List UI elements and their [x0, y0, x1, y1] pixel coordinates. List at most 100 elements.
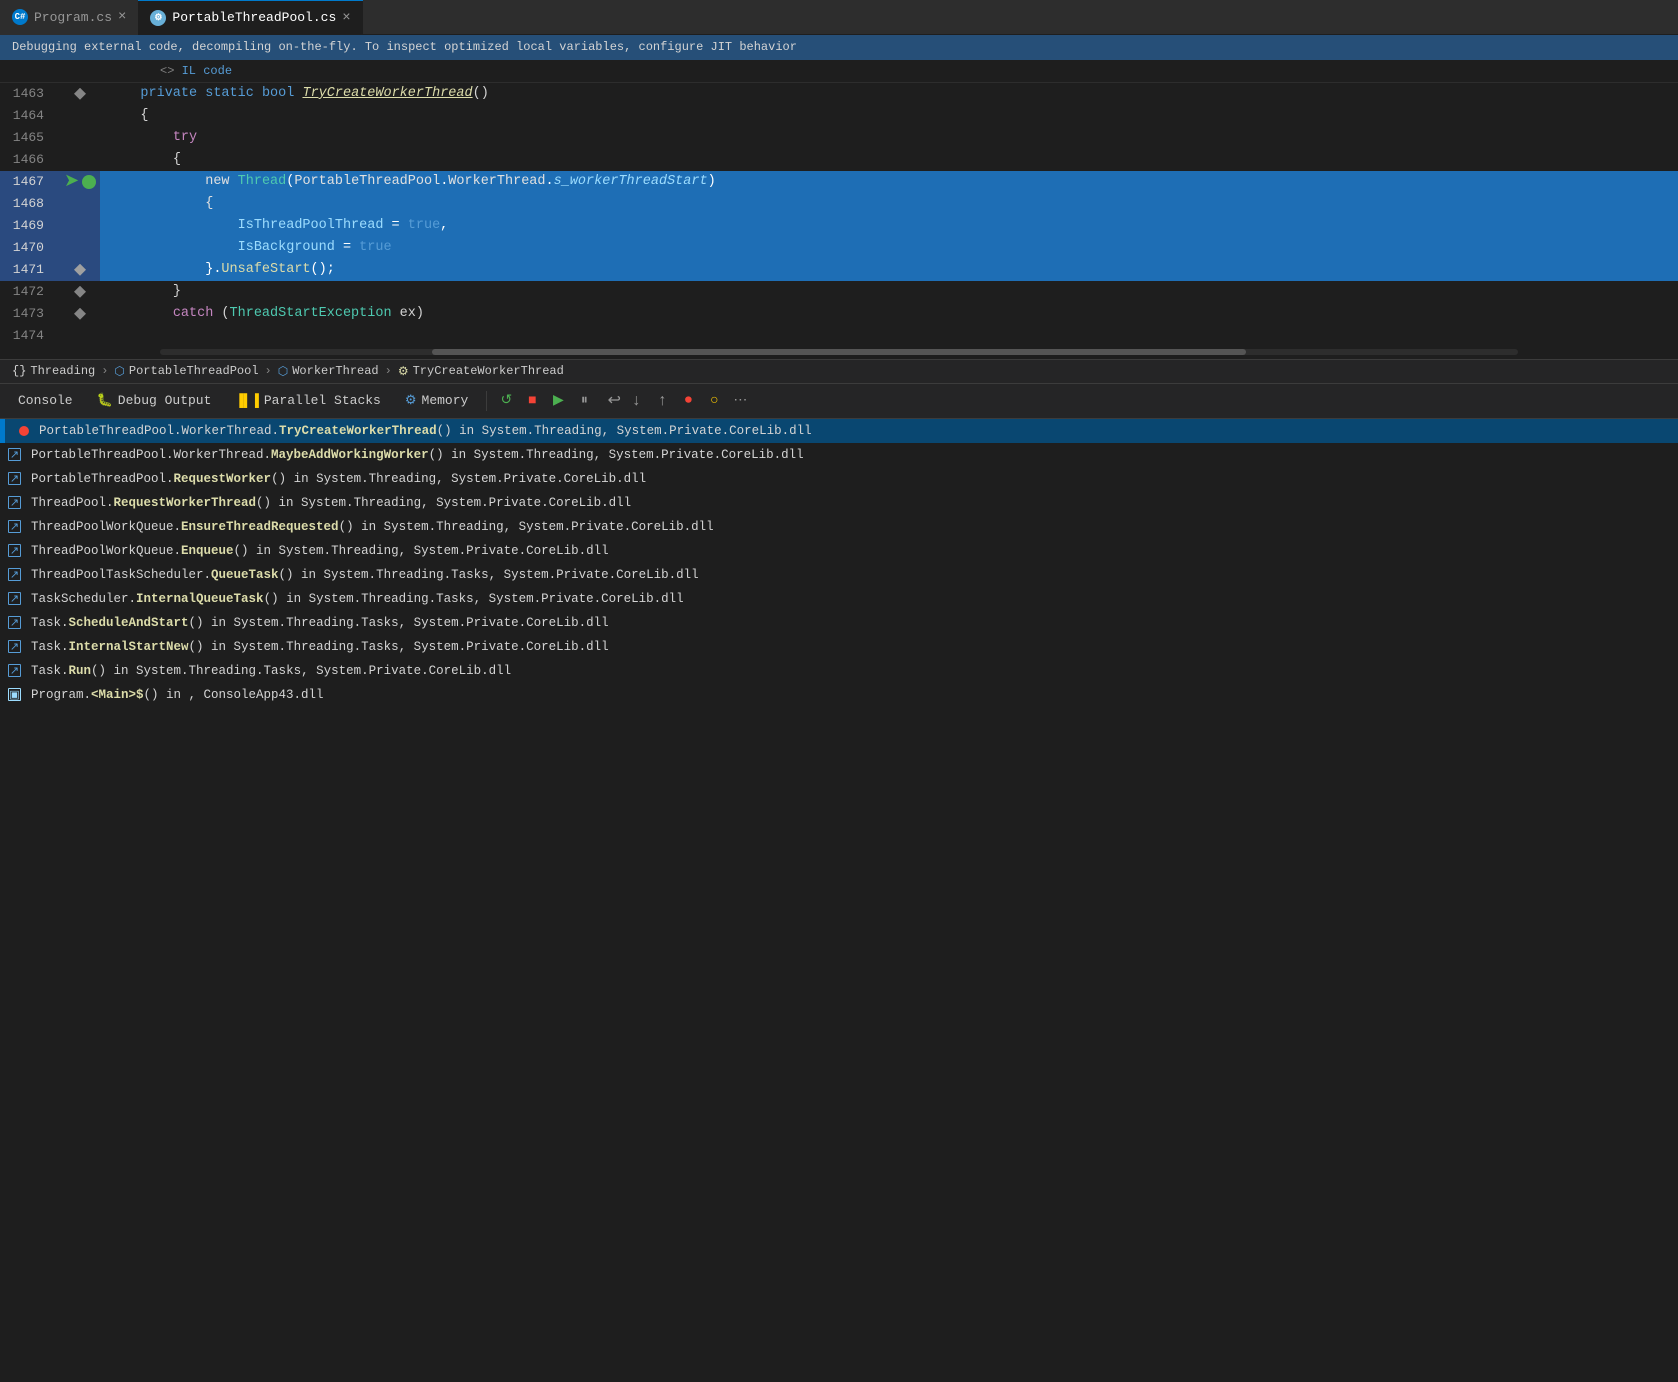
portablethreadpool-cube-icon: ⬡: [114, 364, 124, 379]
code-line-1466: 1466 {: [0, 149, 1678, 171]
code-content-1469: IsThreadPoolThread = true,: [100, 215, 1678, 237]
record-btn[interactable]: ⏺: [677, 390, 699, 412]
code-content-1464: {: [100, 105, 1678, 127]
call-stack-frame-4[interactable]: ↗ ThreadPool.RequestWorkerThread() in Sy…: [0, 491, 1678, 515]
breadcrumb-workerthread[interactable]: ⬡ WorkerThread: [278, 364, 379, 379]
breadcrumb-portablethreadpool-label: PortableThreadPool: [129, 364, 259, 378]
horizontal-scrollbar[interactable]: [0, 349, 1678, 357]
code-line-1471: 1471 }.UnsafeStart();: [0, 259, 1678, 281]
breadcrumb-threading-label: Threading: [30, 364, 95, 378]
frame6-text: ThreadPoolWorkQueue.Enqueue() in System.…: [27, 544, 609, 558]
tab-program[interactable]: C# Program.cs ×: [0, 0, 138, 35]
line-num-1465: 1465: [0, 130, 60, 145]
line-num-1474: 1474: [0, 328, 60, 343]
line-num-1471: 1471: [0, 262, 60, 277]
tab-memory[interactable]: ⚙ Memory: [395, 389, 478, 412]
external-icon-6: ↗: [8, 544, 21, 557]
frame3-text: PortableThreadPool.RequestWorker() in Sy…: [27, 472, 646, 486]
circle-btn[interactable]: ○: [703, 390, 725, 412]
code-line-1470: 1470 IsBackground = true: [0, 237, 1678, 259]
frame5-text: ThreadPoolWorkQueue.EnsureThreadRequeste…: [27, 520, 714, 534]
tab-portablethreadpool[interactable]: ⚙ PortableThreadPool.cs ×: [138, 0, 362, 35]
step-into-btn[interactable]: ↓: [625, 390, 647, 412]
external-icon-10: ↗: [8, 640, 21, 653]
tab-debug-output[interactable]: 🐛 Debug Output: [87, 389, 222, 412]
code-line-1468: 1468 {: [0, 193, 1678, 215]
active-frame-indicator: [0, 419, 5, 443]
stop-btn[interactable]: ■: [521, 390, 543, 412]
gutter-1473: [60, 308, 100, 320]
memory-label: Memory: [422, 393, 469, 408]
call-stack-frame-8[interactable]: ↗ TaskScheduler.InternalQueueTask() in S…: [0, 587, 1678, 611]
breadcrumb-threading[interactable]: {} Threading: [12, 364, 95, 378]
tab-bar: C# Program.cs × ⚙ PortableThreadPool.cs …: [0, 0, 1678, 35]
debug-output-label: Debug Output: [118, 393, 212, 408]
tab-console[interactable]: Console: [8, 389, 83, 412]
call-stack-frame-5[interactable]: ↗ ThreadPoolWorkQueue.EnsureThreadReques…: [0, 515, 1678, 539]
trycreate-method-icon: ⚙: [398, 364, 409, 379]
breakpoint-dot-1467: [82, 175, 96, 189]
line-num-1473: 1473: [0, 306, 60, 321]
code-line-1464: 1464 {: [0, 105, 1678, 127]
external-icon-3: ↗: [8, 472, 21, 485]
console-label: Console: [18, 393, 73, 408]
scrollbar-track: [160, 349, 1518, 355]
gutter-1463: [60, 88, 100, 100]
code-content-1472: }: [100, 281, 1678, 303]
breakpoint-1463: [74, 88, 86, 100]
tab-program-close[interactable]: ×: [118, 10, 126, 24]
line-num-1472: 1472: [0, 284, 60, 299]
call-stack-frame-1[interactable]: PortableThreadPool.WorkerThread.TryCreat…: [0, 419, 1678, 443]
tab-program-label: Program.cs: [34, 10, 112, 25]
breadcrumb-trycreate-label: TryCreateWorkerThread: [413, 364, 564, 378]
toolbar-sep-1: [486, 391, 487, 411]
gutter-1467: ➤: [60, 173, 100, 191]
parallel-stacks-icon: ▐▌▐: [235, 393, 258, 408]
more-btn[interactable]: ⋯: [729, 390, 751, 412]
code-content-1474: [100, 325, 1678, 347]
program-cs-icon: C#: [12, 9, 28, 25]
tab-portablethreadpool-label: PortableThreadPool.cs: [172, 10, 336, 25]
tab-portablethreadpool-close[interactable]: ×: [342, 11, 350, 25]
frame2-text: PortableThreadPool.WorkerThread.MaybeAdd…: [27, 448, 804, 462]
call-stack-frame-6[interactable]: ↗ ThreadPoolWorkQueue.Enqueue() in Syste…: [0, 539, 1678, 563]
call-stack-frame-3[interactable]: ↗ PortableThreadPool.RequestWorker() in …: [0, 467, 1678, 491]
tab-parallel-stacks[interactable]: ▐▌▐ Parallel Stacks: [225, 389, 390, 412]
call-stack-frame-12[interactable]: ▣ Program.<Main>$() in , ConsoleApp43.dl…: [0, 683, 1678, 707]
call-stack-frame-9[interactable]: ↗ Task.ScheduleAndStart() in System.Thre…: [0, 611, 1678, 635]
frame11-text: Task.Run() in System.Threading.Tasks, Sy…: [27, 664, 511, 678]
frame7-text: ThreadPoolTaskScheduler.QueueTask() in S…: [27, 568, 699, 582]
call-stack-frame-10[interactable]: ↗ Task.InternalStartNew() in System.Thre…: [0, 635, 1678, 659]
pause-btn[interactable]: ⏸: [573, 390, 595, 412]
frame4-text: ThreadPool.RequestWorkerThread() in Syst…: [27, 496, 631, 510]
breadcrumb-bar: {} Threading › ⬡ PortableThreadPool › ⬡ …: [0, 359, 1678, 383]
code-content-1468: {: [100, 193, 1678, 215]
code-content-1465: try: [100, 127, 1678, 149]
frame1-text: PortableThreadPool.WorkerThread.TryCreat…: [35, 424, 812, 438]
step-back-btn[interactable]: ↪: [599, 390, 621, 412]
continue-btn[interactable]: ▶: [547, 390, 569, 412]
code-area: <> IL code 1463 private static bool TryC…: [0, 60, 1678, 357]
il-label-text: IL code: [182, 64, 232, 78]
info-bar: Debugging external code, decompiling on-…: [0, 35, 1678, 60]
external-icon-5: ↗: [8, 520, 21, 533]
breadcrumb-workerthread-label: WorkerThread: [292, 364, 378, 378]
scrollbar-thumb[interactable]: [432, 349, 1247, 355]
call-stack-frame-7[interactable]: ↗ ThreadPoolTaskScheduler.QueueTask() in…: [0, 563, 1678, 587]
call-stack-frame-2[interactable]: ↗ PortableThreadPool.WorkerThread.MaybeA…: [0, 443, 1678, 467]
module-icon-12: ▣: [8, 688, 21, 701]
external-icon-2: ↗: [8, 448, 21, 461]
breakpoint-1471: [74, 264, 86, 276]
restart-btn[interactable]: ↺: [495, 390, 517, 412]
breadcrumb-trycreate[interactable]: ⚙ TryCreateWorkerThread: [398, 364, 564, 379]
external-icon-11: ↗: [8, 664, 21, 677]
step-out-btn[interactable]: ↑: [651, 390, 673, 412]
execution-arrow: ➤: [64, 173, 79, 191]
red-dot-icon: [19, 426, 29, 436]
frame12-text: Program.<Main>$() in , ConsoleApp43.dll: [27, 688, 324, 702]
breadcrumb-portablethreadpool[interactable]: ⬡ PortableThreadPool: [114, 364, 258, 379]
code-line-1465: 1465 try: [0, 127, 1678, 149]
breakpoint-1473: [74, 308, 86, 320]
call-stack-frame-11[interactable]: ↗ Task.Run() in System.Threading.Tasks, …: [0, 659, 1678, 683]
line-num-1470: 1470: [0, 240, 60, 255]
